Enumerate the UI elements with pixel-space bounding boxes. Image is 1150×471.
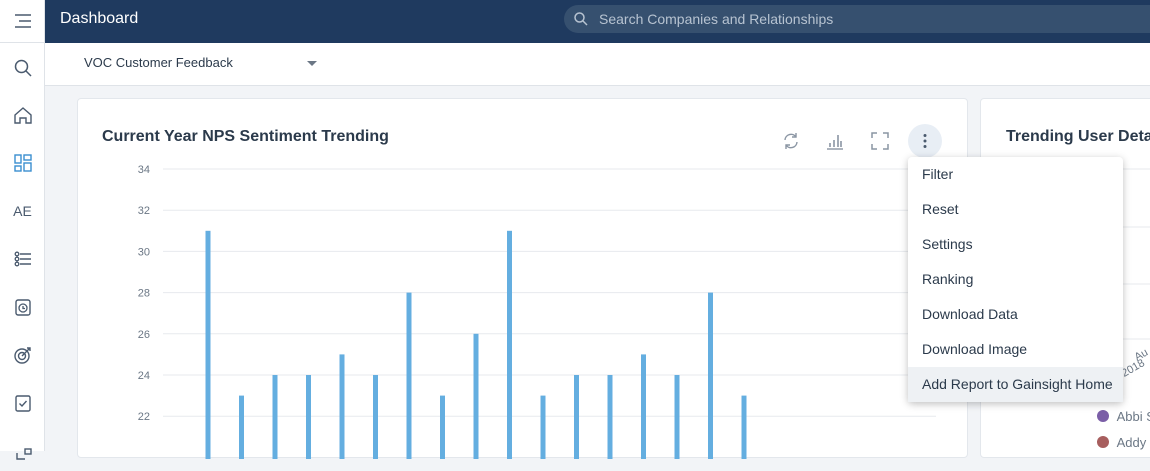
timer-icon (13, 297, 33, 317)
top-bar: Dashboard (45, 0, 1150, 43)
menu-item-reset[interactable]: Reset (908, 192, 1123, 227)
sidebar-item-more[interactable] (0, 431, 45, 471)
dashboard-icon (13, 153, 33, 173)
dashboard-dropdown-value: VOC Customer Feedback (84, 55, 233, 70)
y-tick-label: 24 (138, 370, 150, 382)
nps-bar-chart: 34 32 30 28 26 24 22 (78, 99, 969, 459)
search-icon (13, 58, 33, 78)
target-icon (13, 345, 33, 365)
dashboard-dropdown[interactable]: VOC Customer Feedback (84, 55, 319, 75)
chart-bar[interactable] (675, 375, 680, 459)
chart-bar[interactable] (742, 396, 747, 459)
chart-bar[interactable] (373, 375, 378, 459)
chart-bar[interactable] (507, 231, 512, 459)
sidebar-item-dashboard[interactable] (0, 143, 45, 183)
sidebar-item-search[interactable] (0, 48, 45, 88)
app-title: Dashboard (60, 10, 138, 28)
global-search[interactable] (564, 5, 1150, 33)
y-tick-label: 28 (138, 288, 150, 300)
sidebar-item-timeline[interactable] (0, 239, 45, 279)
chart-options-menu: Filter Reset Settings Ranking Download D… (908, 157, 1123, 402)
menu-item-add-report-home[interactable]: Add Report to Gainsight Home (908, 367, 1123, 402)
chart-bar[interactable] (541, 396, 546, 459)
legend-swatch (1097, 436, 1109, 448)
home-icon (13, 105, 33, 125)
y-tick-label: 26 (138, 329, 150, 341)
search-icon (573, 11, 589, 27)
y-tick-label: 30 (138, 246, 150, 258)
chart-bar[interactable] (273, 375, 278, 459)
chart-bar[interactable] (641, 354, 646, 459)
chart-bar[interactable] (474, 334, 479, 459)
sidebar-item-timer[interactable] (0, 287, 45, 327)
menu-item-settings[interactable]: Settings (908, 227, 1123, 262)
menu-item-download-image[interactable]: Download Image (908, 332, 1123, 367)
dashboard-selector-bar: VOC Customer Feedback (45, 43, 1150, 86)
y-tick-label: 22 (138, 411, 150, 423)
sidebar-item-ae[interactable]: AE (0, 191, 45, 231)
sidebar-ae-label: AE (13, 203, 32, 219)
search-input[interactable] (599, 5, 1099, 33)
y-tick-label: 32 (138, 205, 150, 217)
left-sidebar: AE (0, 0, 45, 451)
legend-label: Abbi S (1117, 409, 1150, 424)
chart-bar[interactable] (239, 396, 244, 459)
menu-icon (14, 14, 32, 28)
sidebar-item-target[interactable] (0, 335, 45, 375)
legend-swatch (1097, 410, 1109, 422)
chart-bar[interactable] (440, 396, 445, 459)
menu-toggle[interactable] (0, 0, 45, 43)
checklist-icon (13, 393, 33, 413)
timeline-icon (13, 249, 33, 269)
sidebar-item-home[interactable] (0, 95, 45, 135)
sidebar-item-checklist[interactable] (0, 383, 45, 423)
legend-label: Addy (1117, 435, 1147, 450)
menu-item-filter[interactable]: Filter (908, 157, 1123, 192)
menu-item-ranking[interactable]: Ranking (908, 262, 1123, 297)
menu-item-download-data[interactable]: Download Data (908, 297, 1123, 332)
nps-sentiment-card: Current Year NPS Sentiment Trending 3432… (77, 98, 968, 458)
chart-bar[interactable] (608, 375, 613, 459)
chart-bar[interactable] (206, 231, 211, 459)
chevron-down-icon (307, 61, 317, 66)
chart-bar[interactable] (306, 375, 311, 459)
chart-bar[interactable] (708, 293, 713, 459)
chart-bar[interactable] (574, 375, 579, 459)
chart-bar[interactable] (340, 354, 345, 459)
y-tick-label: 34 (138, 164, 150, 176)
org-chart-icon (13, 441, 33, 461)
legend-item[interactable]: Addy (1097, 435, 1146, 450)
chart-bar[interactable] (407, 293, 412, 459)
legend-item[interactable]: Abbi S (1097, 409, 1150, 424)
